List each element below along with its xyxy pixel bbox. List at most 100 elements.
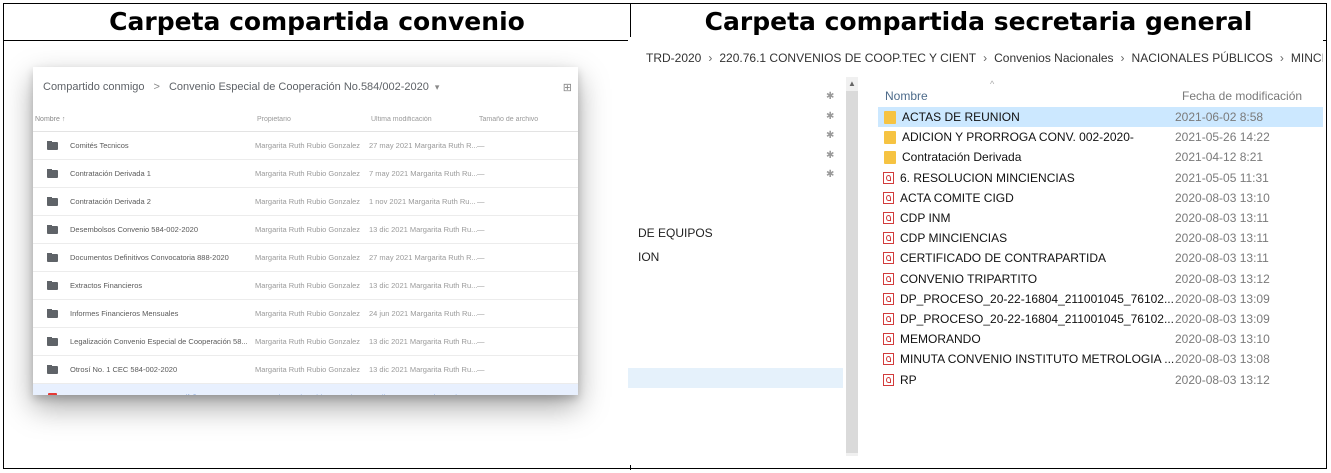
explorer-file-list: ^ Nombre Fecha de modificación ACTAS DE … [878, 79, 1323, 390]
list-item[interactable]: Contratación Derivada 2021-04-12 8:21 [878, 147, 1323, 167]
pin-icon[interactable]: ✱ [826, 87, 834, 107]
table-row[interactable]: Informes Financieros Mensuales Margarita … [33, 300, 578, 328]
scroll-up-icon[interactable]: ▲ [848, 79, 856, 88]
modified-cell: 1 nov 2021 Margarita Ruth Ru... [369, 197, 476, 206]
size-cell: — [477, 309, 485, 318]
nav-selected-item[interactable] [628, 368, 843, 388]
modified-cell: 13 dic 2021 Margarita Ruth Ru... [369, 225, 477, 234]
table-row[interactable]: Legalización Convenio Especial de Cooper… [33, 328, 578, 356]
modified-cell: 13 dic 2021 Margarita Ruth Ru... [369, 337, 477, 346]
list-item[interactable]: 6. RESOLUCION MINCIENCIAS 2021-05-05 11:3… [878, 168, 1323, 188]
scrollbar-thumb[interactable] [846, 91, 858, 453]
file-name: 6. RESOLUCION MINCIENCIAS [900, 170, 1075, 185]
breadcrumb-current-folder[interactable]: Convenio Especial de Cooperación No.584/… [169, 81, 429, 93]
table-row[interactable]: Desembolsos Convenio 584-002-2020 Margari… [33, 216, 578, 244]
list-item[interactable]: CONVENIO TRIPARTITO 2020-08-03 13:12 [878, 269, 1323, 289]
table-row[interactable]: Otrosí No. 1 CEC 584-002-2020 Margarita R… [33, 356, 578, 384]
file-name: MEMORANDO [900, 332, 981, 347]
file-name: RP [900, 372, 917, 387]
file-name: CDP MINCIENCIAS [900, 231, 1008, 246]
table-row[interactable]: Contratación Derivada 1 Margarita Ruth Ru… [33, 160, 578, 188]
pdf-icon [883, 373, 894, 386]
pdf-icon [883, 353, 894, 366]
grid-view-icon[interactable]: ⊞ [563, 81, 572, 94]
pdf-icon [48, 392, 57, 395]
file-name: Otrosí No. 1 CEC 584-002-2020 [70, 365, 178, 374]
chevron-down-icon[interactable]: ▾ [435, 82, 440, 93]
modified-cell: 13 dic 2021 Margarita Ruth Ru... [369, 281, 477, 290]
pin-icon[interactable]: ✱ [826, 126, 834, 146]
size-cell: — [477, 141, 485, 150]
pdf-icon [883, 212, 894, 225]
file-name-cell: CERTIFICADO DE CONTRAPARTIDA [878, 251, 1175, 265]
file-name: CDP INM [900, 211, 951, 226]
modified-cell: 27 may 2021 Margarita Ruth R... [369, 141, 477, 150]
file-name: INFORME DE DESEMBOLSOS.pdf ⚇ [70, 393, 198, 395]
address-bar[interactable]: TRD-2020 › 220.76.1 CONVENIOS DE COOP.TEC … [646, 51, 1323, 65]
column-nombre[interactable]: Nombre [878, 89, 1182, 103]
nav-item-equipos[interactable]: DE EQUIPOS [638, 226, 713, 240]
navigation-pane: DE EQUIPOS ION [628, 77, 843, 465]
nav-item-ion[interactable]: ION [638, 250, 659, 264]
file-name-cell: Otrosí No. 1 CEC 584-002-2020 [33, 365, 255, 374]
list-item[interactable]: ADICION Y PRORROGA CONV. 002-2020- 2021-0… [878, 127, 1323, 147]
file-name-cell: Contratación Derivada 1 [33, 169, 255, 178]
size-cell: — [477, 169, 485, 178]
modified-cell: 13 dic 2021 Margarita Ruth Ru... [369, 393, 477, 395]
table-row[interactable]: Documentos Definitivos Convocatoria 888-… [33, 244, 578, 272]
address-segment[interactable]: NACIONALES PÚBLICOS [1132, 51, 1273, 65]
file-name-cell: RP [878, 373, 1175, 387]
file-date: 2021-05-26 14:22 [1175, 130, 1270, 145]
column-modified[interactable]: Última modificación [371, 116, 479, 123]
size-cell: — [477, 337, 485, 346]
column-name[interactable]: Nombre ↑ [33, 116, 257, 123]
list-item[interactable]: CDP MINCIENCIAS 2020-08-03 13:11 [878, 228, 1323, 248]
breadcrumb-shared-with-me[interactable]: Compartido conmigo [43, 81, 145, 93]
file-name: Legalización Convenio Especial de Cooper… [70, 337, 248, 346]
pin-icon[interactable]: ✱ [826, 107, 834, 127]
list-item[interactable]: MEMORANDO 2020-08-03 13:10 [878, 329, 1323, 349]
column-size[interactable]: Tamaño de archivo [479, 116, 578, 123]
file-date: 2021-05-05 11:31 [1175, 170, 1269, 185]
table-row[interactable]: Contratación Derivada 2 Margarita Ruth Ru… [33, 188, 578, 216]
modified-cell: 7 may 2021 Margarita Ruth Ru... [369, 169, 477, 178]
file-date: 2020-08-03 13:12 [1175, 271, 1270, 286]
folder-icon [884, 150, 896, 164]
list-item[interactable]: MINUTA CONVENIO INSTITUTO METROLOGIA ...… [878, 349, 1323, 369]
list-item[interactable]: RP 2020-08-03 13:12 [878, 369, 1323, 389]
file-name: Informes Financieros Mensuales [70, 309, 179, 318]
table-row[interactable]: Comités Tecnicos Margarita Ruth Rubio Gon… [33, 132, 578, 160]
address-segment[interactable]: MINCIEN [1291, 51, 1323, 65]
file-name-cell: Contratación Derivada [878, 150, 1175, 164]
list-item[interactable]: CDP INM 2020-08-03 13:11 [878, 208, 1323, 228]
file-name: ACTAS DE REUNION [902, 110, 1020, 125]
address-segment[interactable]: Convenios Nacionales [994, 51, 1113, 65]
pin-icon[interactable]: ✱ [826, 165, 834, 185]
nav-scrollbar[interactable]: ▲ [846, 77, 858, 456]
file-name: ADICION Y PRORROGA CONV. 002-2020- [902, 130, 1134, 145]
size-cell: — [477, 281, 485, 290]
address-segment[interactable]: TRD-2020 [646, 51, 701, 65]
list-item[interactable]: CERTIFICADO DE CONTRAPARTIDA 2020-08-03 1… [878, 248, 1323, 268]
address-segment[interactable]: 220.76.1 CONVENIOS DE COOP.TEC Y CIENT [719, 51, 976, 65]
column-fecha[interactable]: Fecha de modificación [1182, 89, 1323, 103]
table-row[interactable]: INFORME DE DESEMBOLSOS.pdf ⚇ Margarita Ru… [33, 384, 578, 395]
column-owner[interactable]: Propietario [257, 116, 371, 123]
explorer-window: TRD-2020 › 220.76.1 CONVENIOS DE COOP.TEC … [628, 37, 1323, 465]
pin-icon[interactable]: ✱ [826, 146, 834, 166]
list-item[interactable]: ACTAS DE REUNION 2021-06-02 8:58 [878, 107, 1323, 128]
list-item[interactable]: ACTA COMITE CIGD 2020-08-03 13:10 [878, 188, 1323, 208]
drive-breadcrumb: Compartido conmigo > Convenio Especial d… [33, 67, 578, 107]
file-name: Contratación Derivada [902, 150, 1022, 165]
file-name: DP_PROCESO_20-22-16804_211001045_76102..… [900, 311, 1174, 326]
file-name-cell: MINUTA CONVENIO INSTITUTO METROLOGIA ... [878, 352, 1175, 366]
table-row[interactable]: Extractos Financieros Margarita Ruth Rubi… [33, 272, 578, 300]
header-secretaria-general: Carpeta compartida secretaria general [704, 7, 1253, 36]
pdf-icon [883, 232, 894, 245]
modified-cell: 13 dic 2021 Margarita Ruth Ru... [369, 365, 477, 374]
quick-access-pins: ✱ ✱ ✱ ✱ ✱ [826, 87, 834, 185]
list-item[interactable]: DP_PROCESO_20-22-16804_211001045_76102..… [878, 289, 1323, 309]
file-name: ACTA COMITE CIGD [900, 190, 1014, 205]
file-name: CERTIFICADO DE CONTRAPARTIDA [900, 251, 1107, 266]
list-item[interactable]: DP_PROCESO_20-22-16804_211001045_76102..… [878, 309, 1323, 329]
